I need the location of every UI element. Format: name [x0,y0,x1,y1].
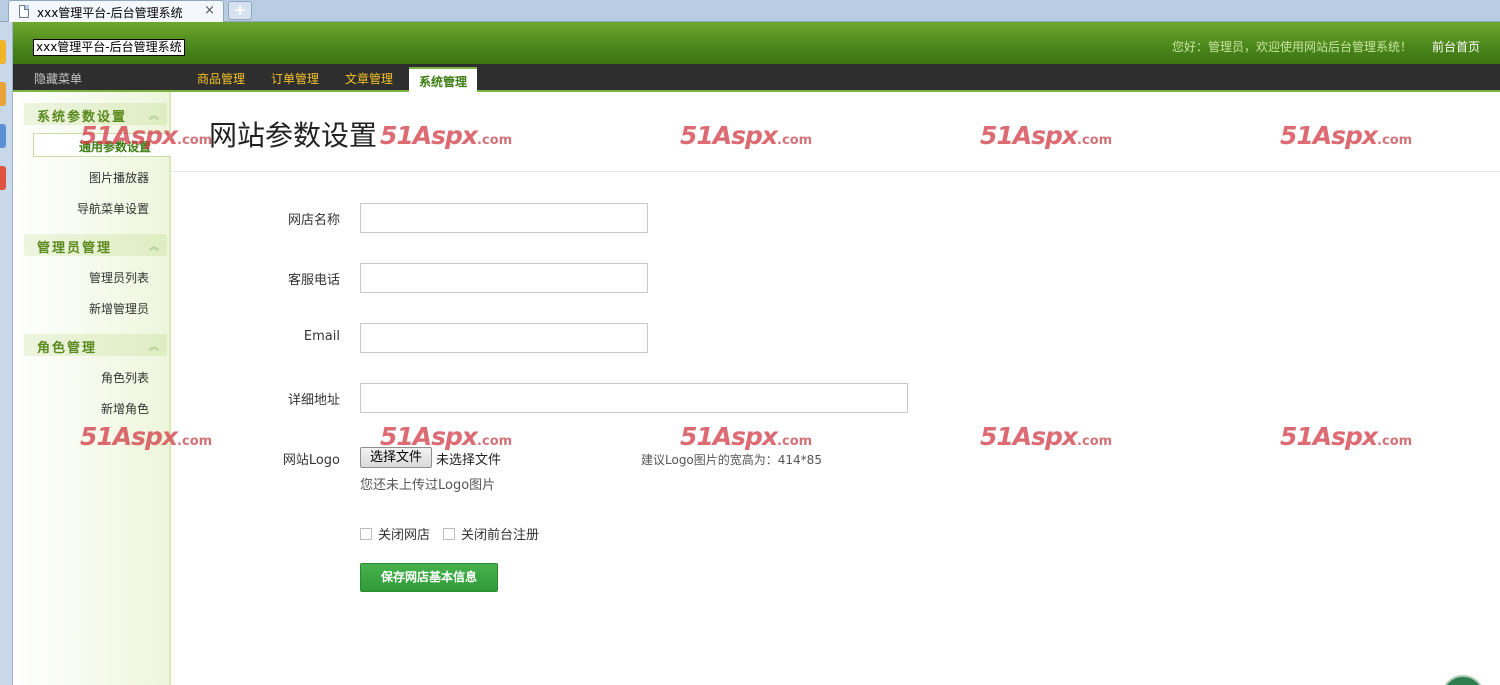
sidebar-item-nav-menu[interactable]: 导航菜单设置 [77,200,149,217]
browser-tab[interactable]: xxx管理平台-后台管理系统 × [8,0,224,22]
sidebar-section-system[interactable]: 系统参数设置 ︽ [24,103,167,125]
corner-badge [1441,675,1485,685]
nav-item-articles[interactable]: 文章管理 [345,70,393,87]
document-icon [19,5,29,18]
close-shop-checkbox[interactable] [360,528,372,540]
frontend-home-link[interactable]: 前台首页 [1432,38,1480,55]
browser-side-icon[interactable] [0,166,6,190]
sidebar-section-title: 角色管理 [37,341,98,356]
browser-side-icon[interactable] [0,40,6,64]
main-content: 网站参数设置 网店名称 客服电话 Email 详细地址 网站Logo 选择文件 … [171,92,1500,685]
logo-upload-status: 您还未上传过Logo图片 [360,478,496,493]
sidebar-section-title: 管理员管理 [37,241,113,256]
address-label: 详细地址 [287,393,340,408]
main-nav: 隐藏菜单 商品管理 订单管理 文章管理 系统管理 [13,64,1500,92]
nav-item-products[interactable]: 商品管理 [197,70,245,87]
sidebar-item-admin-list[interactable]: 管理员列表 [89,269,149,286]
collapse-icon[interactable]: ︽ [149,238,159,253]
collapse-icon[interactable]: ︽ [149,107,159,122]
sidebar-item-image-player[interactable]: 图片播放器 [89,169,149,186]
sidebar-section-admins[interactable]: 管理员管理 ︽ [24,234,167,256]
shop-name-input[interactable] [360,203,648,233]
page-title: 网站参数设置 [209,119,378,152]
browser-sidebar [0,22,13,685]
browser-side-icon[interactable] [0,124,6,148]
address-input[interactable] [360,383,908,413]
phone-input[interactable] [360,263,648,293]
file-status-text: 未选择文件 [436,453,502,468]
sidebar-item-add-admin[interactable]: 新增管理员 [89,300,149,317]
logo-label: 网站Logo [282,453,340,468]
nav-item-system[interactable]: 系统管理 [409,67,478,92]
phone-label: 客服电话 [287,273,340,288]
browser-tabstrip: xxx管理平台-后台管理系统 × + [0,0,1500,22]
email-label: Email [303,329,340,344]
sidebar-item-add-role[interactable]: 新增角色 [101,400,149,417]
site-logo: xxx管理平台-后台管理系统 [33,39,185,56]
close-shop-label: 关闭网店 [378,528,431,543]
close-icon[interactable]: × [204,3,215,18]
sidebar-item-role-list[interactable]: 角色列表 [101,369,149,386]
browser-side-icon[interactable] [0,82,6,106]
title-divider [171,171,1500,172]
logo-size-hint: 建议Logo图片的宽高为：414*85 [641,453,822,467]
hide-menu-button[interactable]: 隐藏菜单 [34,70,82,87]
choose-file-button[interactable]: 选择文件 [360,447,432,468]
close-register-checkbox[interactable] [443,528,455,540]
sidebar: 系统参数设置 ︽ 通用参数设置 图片播放器 导航菜单设置 管理员管理 ︽ 管理员… [13,92,171,685]
shop-name-label: 网店名称 [287,213,340,228]
sidebar-section-roles[interactable]: 角色管理 ︽ [24,334,167,356]
sidebar-section-title: 系统参数设置 [37,110,128,125]
email-input[interactable] [360,323,648,353]
top-header: xxx管理平台-后台管理系统 您好：管理员，欢迎使用网站后台管理系统！ 前台首页 [13,22,1500,64]
save-shop-info-button[interactable]: 保存网店基本信息 [360,563,498,592]
browser-tab-title: xxx管理平台-后台管理系统 [37,6,183,20]
sidebar-item-general-settings[interactable]: 通用参数设置 [33,133,171,157]
collapse-icon[interactable]: ︽ [149,338,159,353]
nav-item-orders[interactable]: 订单管理 [271,70,319,87]
close-register-label: 关闭前台注册 [461,528,540,543]
new-tab-button[interactable]: + [228,1,252,20]
welcome-text: 您好：管理员，欢迎使用网站后台管理系统！ [1171,40,1412,54]
